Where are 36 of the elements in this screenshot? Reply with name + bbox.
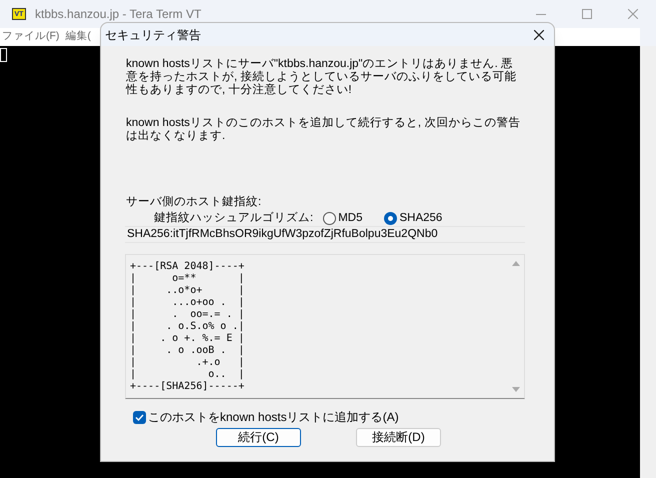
randomart-line: | o=** | [130,273,244,285]
close-icon [628,9,638,19]
scroll-up-icon [512,261,520,266]
window-title: ktbbs.hanzou.jp - Tera Term VT [35,6,202,23]
menu-item[interactable]: 編集( [65,29,91,45]
radio-option[interactable]: SHA256 [384,212,442,224]
scroll-down-icon [512,387,520,392]
randomart-line: | . o +. %.= E | [130,333,244,345]
randomart-line: | o.. | [130,369,244,381]
radio-button[interactable] [384,212,398,224]
randomart-line: | .+.o | [130,357,244,369]
checkbox[interactable] [133,411,146,424]
fingerprint-label: サーバ側のホスト鍵指紋: [126,196,262,209]
randomart-line: | . o.S.o% o .| [130,321,244,333]
close-icon [534,30,544,40]
dialog-title: セキュリティ警告 [105,26,201,44]
add-host-checkbox[interactable]: このホストをknown hostsリストに追加する(A) [133,411,529,424]
check-icon [135,414,144,421]
randomart-line: | . oo=.= . | [130,309,244,321]
randomart-line: +---[RSA 2048]----+ [130,261,244,273]
fingerprint-field[interactable]: SHA256:itTjfRMcBhsOR9ikgUfW3pzofZjRfuBolpu3Eu2QNb0 [125,226,525,243]
warning-message: known hostsリストにサーバ"ktbbs.hanzou.jp"のエントリはありません. 悪意を持ったホストが, 接続しようとしているサーバのふりをしている可能性もありますので, 十分注意してください! [126,58,518,97]
menu-item[interactable]: ファイル(F) [2,29,60,45]
randomart-line: +----[SHA256]-----+ [130,381,244,393]
dialog-button[interactable]: 続行(C) [216,428,301,447]
randomart-line: | ...o+oo . | [130,297,244,309]
hash-algorithm-label: 鍵指紋ハッシュアルゴリズム: [154,212,314,224]
randomart-line: | ..o*o+ | [130,285,244,297]
dialog-button[interactable]: 接続断(D) [356,428,441,447]
info-message: known hostsリストのこのホストを追加して続行すると, 次回からこの警告は出なくなります. [126,117,521,143]
radio-option[interactable]: MD5 [323,212,362,224]
cursor [0,48,7,62]
dialog-close-button[interactable] [532,28,546,42]
randomart-line: | . o .ooB . | [130,345,244,357]
radio-button[interactable] [323,212,336,224]
maximize-icon [582,9,592,19]
